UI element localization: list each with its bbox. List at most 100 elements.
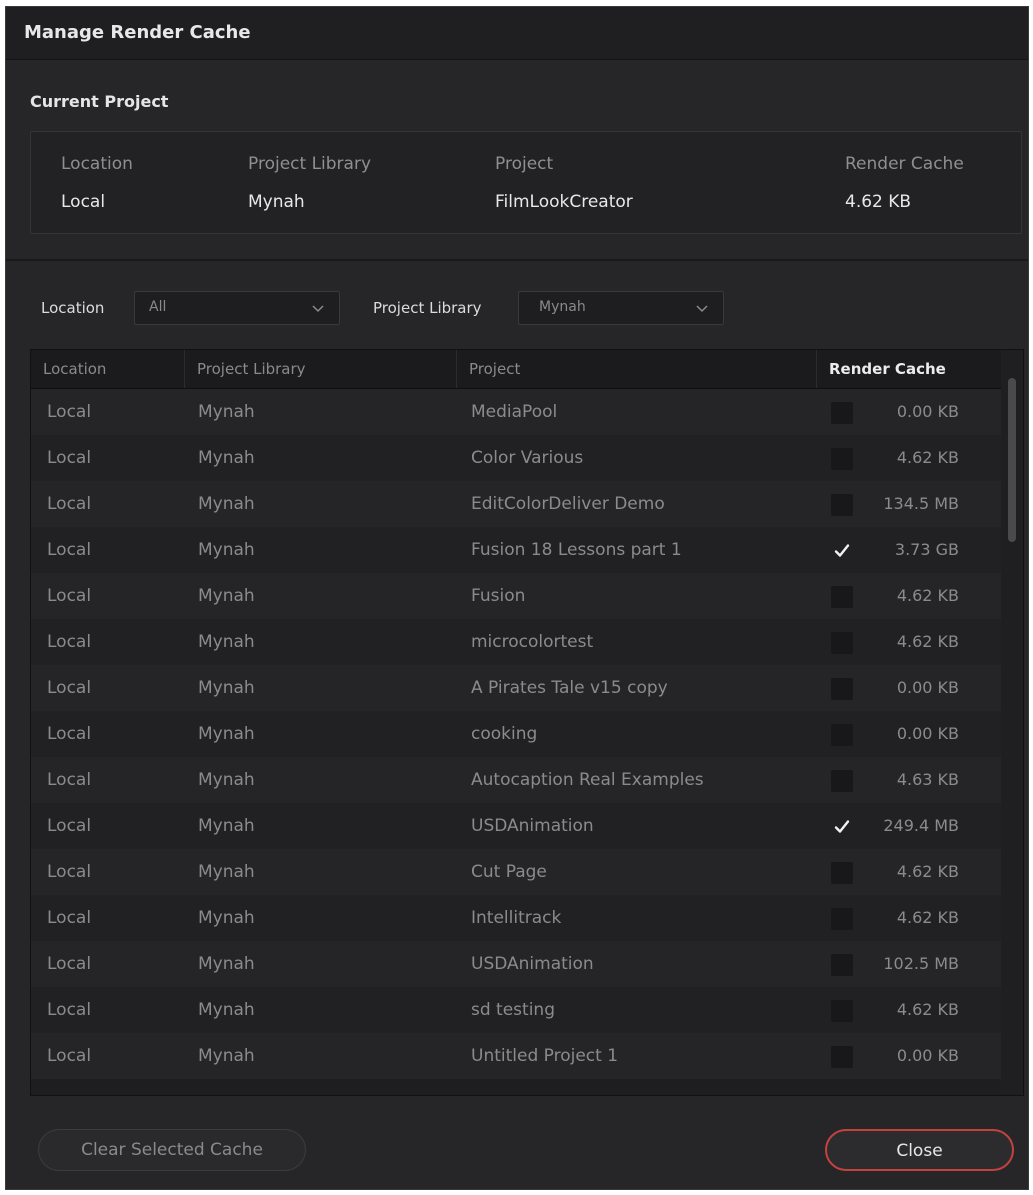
- cell-location: Local: [47, 448, 92, 468]
- location-filter-label: Location: [41, 299, 105, 317]
- cell-location: Local: [47, 770, 92, 790]
- cell-project-library: Mynah: [198, 862, 255, 882]
- cell-render-cache-size: 4.62 KB: [896, 862, 959, 881]
- library-filter-dropdown[interactable]: Mynah: [518, 291, 724, 325]
- checkmark-icon: [834, 544, 850, 557]
- table-row[interactable]: Local Mynah MediaPool 0.00 KB: [31, 389, 1001, 435]
- column-header-location[interactable]: Location: [31, 350, 185, 388]
- table-row[interactable]: Local Mynah Fusion 18 Lessons part 1 3.73 G…: [31, 527, 1001, 573]
- table-row[interactable]: Local Mynah microcolortest 4.62 KB: [31, 619, 1001, 665]
- render-cache-checkbox[interactable]: [831, 494, 853, 516]
- cell-project-library: Mynah: [198, 448, 255, 468]
- scrollbar-thumb[interactable]: [1008, 378, 1016, 542]
- cell-project-library: Mynah: [198, 494, 255, 514]
- cell-project-library: Mynah: [198, 632, 255, 652]
- table-row[interactable]: Local Mynah sd testing 4.62 KB: [31, 987, 1001, 1033]
- location-filter-dropdown[interactable]: All: [134, 291, 340, 325]
- cell-project: USDAnimation: [471, 954, 594, 974]
- current-library-value: Mynah: [248, 192, 305, 212]
- render-cache-checkbox[interactable]: [831, 1046, 853, 1068]
- cell-location: Local: [47, 908, 92, 928]
- table-row[interactable]: Local Mynah cooking 0.00 KB: [31, 711, 1001, 757]
- render-cache-checkbox[interactable]: [831, 402, 853, 424]
- cell-location: Local: [47, 586, 92, 606]
- cell-render-cache-size: 4.63 KB: [896, 770, 959, 789]
- cell-render-cache-size: 4.62 KB: [896, 908, 959, 927]
- cell-project: Untitled Project 1: [471, 1046, 619, 1066]
- cell-render-cache-size: 4.62 KB: [896, 586, 959, 605]
- close-button[interactable]: Close: [825, 1129, 1014, 1171]
- cell-project: Cut Page: [471, 862, 547, 882]
- table-row[interactable]: Local Mynah Untitled Project 1 0.00 KB: [31, 1033, 1001, 1079]
- cell-project: MediaPool: [471, 402, 558, 422]
- render-cache-checkbox[interactable]: [831, 1000, 853, 1022]
- cell-render-cache-size: 249.4 MB: [883, 816, 959, 835]
- title-bar: Manage Render Cache: [6, 7, 1028, 60]
- location-filter-value: All: [149, 299, 167, 315]
- cell-location: Local: [47, 862, 92, 882]
- cell-render-cache-size: 134.5 MB: [883, 494, 959, 513]
- cell-location: Local: [47, 494, 92, 514]
- cell-project: Fusion 18 Lessons part 1: [471, 540, 682, 560]
- table-row[interactable]: Local Mynah A Pirates Tale v15 copy 0.00 KB: [31, 665, 1001, 711]
- cell-render-cache-size: 3.73 GB: [894, 540, 959, 559]
- current-project-heading: Current Project: [30, 92, 169, 111]
- render-cache-checkbox[interactable]: [831, 540, 853, 562]
- dialog-title: Manage Render Cache: [24, 22, 251, 43]
- manage-render-cache-dialog: Manage Render Cache Current Project Loca…: [5, 6, 1029, 1190]
- table-row[interactable]: Local Mynah Color Various 4.62 KB: [31, 435, 1001, 481]
- cell-project: A Pirates Tale v15 copy: [471, 678, 668, 698]
- cell-render-cache-size: 4.62 KB: [896, 632, 959, 651]
- render-cache-checkbox[interactable]: [831, 448, 853, 470]
- current-render-cache-header: Render Cache: [845, 154, 964, 174]
- column-header-project[interactable]: Project: [457, 350, 817, 388]
- current-project-panel: Location Project Library Project Render …: [30, 131, 1022, 234]
- cell-render-cache-size: 0.00 KB: [896, 724, 959, 743]
- cell-project: Autocaption Real Examples: [471, 770, 704, 790]
- vertical-scrollbar[interactable]: [1001, 350, 1023, 1095]
- table-header: Location Project Library Project Render …: [31, 350, 1001, 389]
- cell-project-library: Mynah: [198, 816, 255, 836]
- cell-project-library: Mynah: [198, 678, 255, 698]
- cell-location: Local: [47, 816, 92, 836]
- cell-render-cache-size: 0.00 KB: [896, 678, 959, 697]
- section-divider: [6, 259, 1028, 261]
- cell-location: Local: [47, 1000, 92, 1020]
- cell-location: Local: [47, 724, 92, 744]
- cell-project-library: Mynah: [198, 586, 255, 606]
- render-cache-checkbox[interactable]: [831, 816, 853, 838]
- render-cache-checkbox[interactable]: [831, 908, 853, 930]
- table-row[interactable]: Local Mynah EditColorDeliver Demo 134.5 MB: [31, 481, 1001, 527]
- cell-location: Local: [47, 678, 92, 698]
- render-cache-checkbox[interactable]: [831, 586, 853, 608]
- table-row[interactable]: Local Mynah Fusion 4.62 KB: [31, 573, 1001, 619]
- render-cache-checkbox[interactable]: [831, 632, 853, 654]
- cell-project-library: Mynah: [198, 908, 255, 928]
- cell-location: Local: [47, 540, 92, 560]
- cell-project: Fusion: [471, 586, 526, 606]
- table-row[interactable]: Local Mynah Intellitrack 4.62 KB: [31, 895, 1001, 941]
- checkmark-icon: [834, 820, 850, 833]
- column-header-render-cache[interactable]: Render Cache: [817, 350, 1001, 388]
- chevron-down-icon: [695, 300, 709, 319]
- column-header-project-library[interactable]: Project Library: [185, 350, 457, 388]
- render-cache-checkbox[interactable]: [831, 678, 853, 700]
- table-row[interactable]: Local Mynah USDAnimation 249.4 MB: [31, 803, 1001, 849]
- cell-project: microcolortest: [471, 632, 594, 652]
- cell-project-library: Mynah: [198, 724, 255, 744]
- render-cache-checkbox[interactable]: [831, 724, 853, 746]
- current-project-header: Project: [495, 154, 554, 174]
- render-cache-checkbox[interactable]: [831, 954, 853, 976]
- table-row[interactable]: Local Mynah Autocaption Real Examples 4.63 …: [31, 757, 1001, 803]
- render-cache-checkbox[interactable]: [831, 770, 853, 792]
- table-row[interactable]: Local Mynah USDAnimation 102.5 MB: [31, 941, 1001, 987]
- cell-project-library: Mynah: [198, 1000, 255, 1020]
- chevron-down-icon: [311, 300, 325, 319]
- current-location-header: Location: [61, 154, 133, 174]
- clear-selected-cache-button[interactable]: Clear Selected Cache: [38, 1129, 306, 1171]
- table-body: Local Mynah MediaPool 0.00 KB Local Mynah Colo…: [31, 389, 1001, 1079]
- table-row[interactable]: Local Mynah Cut Page 4.62 KB: [31, 849, 1001, 895]
- cell-render-cache-size: 4.62 KB: [896, 1000, 959, 1019]
- cell-project-library: Mynah: [198, 402, 255, 422]
- render-cache-checkbox[interactable]: [831, 862, 853, 884]
